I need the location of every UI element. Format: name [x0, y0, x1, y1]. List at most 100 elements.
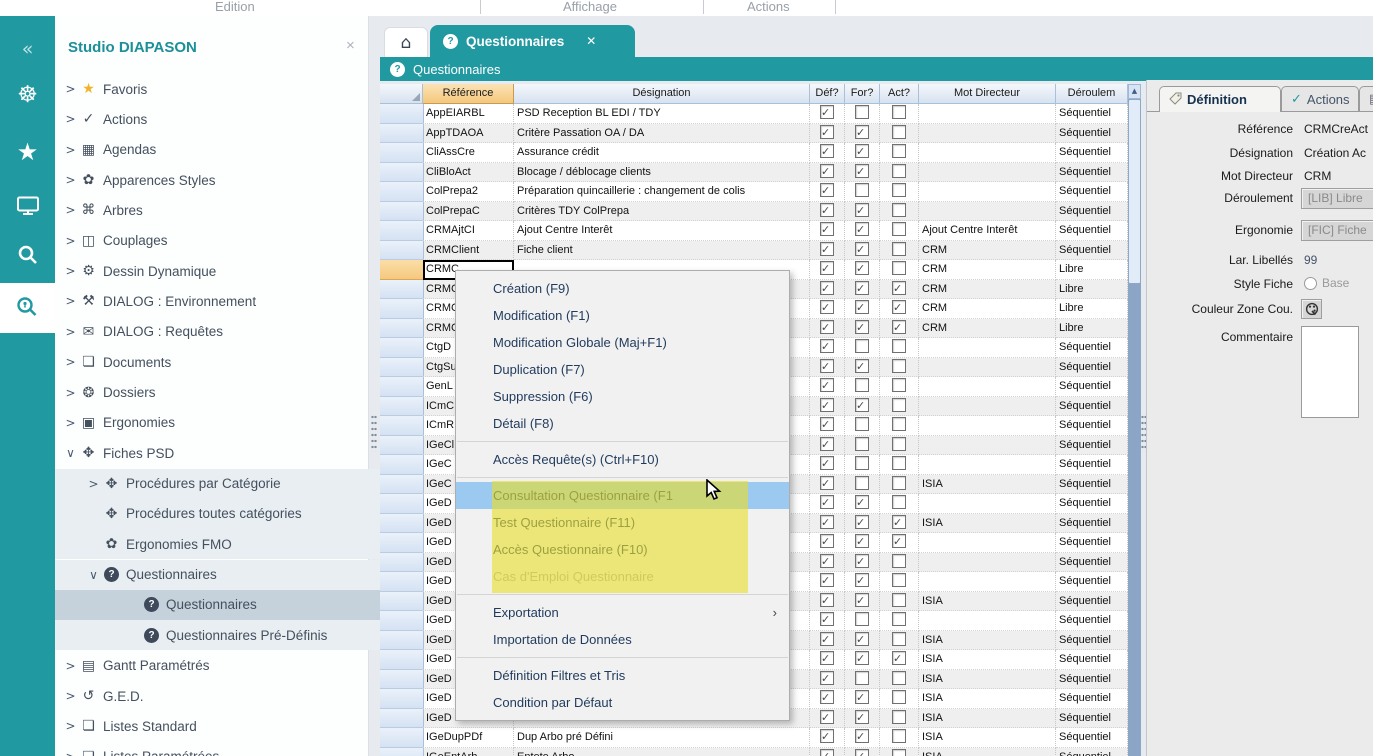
checkbox-unchecked[interactable] [855, 437, 869, 451]
cell-deroulement[interactable]: Séquentiel [1056, 221, 1128, 241]
chevron-right-icon[interactable]: > [63, 112, 78, 126]
cell-mot-directeur[interactable] [919, 163, 1056, 183]
checkbox-checked[interactable] [820, 437, 834, 451]
cell-mot-directeur[interactable] [919, 553, 1056, 573]
checkbox-checked[interactable] [820, 125, 834, 139]
checkbox-checked[interactable] [892, 320, 906, 334]
checkbox-checked[interactable] [855, 710, 869, 724]
sidebar-item-dialog-environnement[interactable]: >⚒DIALOG : Environnement [55, 286, 360, 316]
cell-designation[interactable]: Blocage / déblocage clients [514, 163, 810, 183]
cell-for[interactable] [845, 241, 880, 261]
table-row[interactable]: CRMAjtCIAjout Centre InterêtAjout Centre… [380, 221, 1128, 241]
checkbox-unchecked[interactable] [892, 749, 906, 756]
table-scrollbar[interactable]: ▲ [1128, 84, 1141, 756]
cell-mot-directeur[interactable]: ISIA [919, 689, 1056, 709]
column-header-deroulem[interactable]: Déroulem [1056, 84, 1128, 104]
row-selector-cell[interactable] [380, 182, 424, 202]
cell-mot-directeur[interactable]: ISIA [919, 670, 1056, 690]
checkbox-unchecked[interactable] [892, 612, 906, 626]
cell-act[interactable] [880, 358, 919, 378]
cell-deroulement[interactable]: Séquentiel [1056, 689, 1128, 709]
cell-deroulement[interactable]: Séquentiel [1056, 455, 1128, 475]
chevron-right-icon[interactable]: > [63, 143, 78, 157]
cell-act[interactable] [880, 650, 919, 670]
sidebar-item-procedures-toutes-categories[interactable]: ✥Procédures toutes catégories [55, 499, 383, 529]
sidebar-item-actions[interactable]: >✓Actions [55, 104, 360, 134]
menu-item-importation-de-donnees[interactable]: Importation de Données [456, 626, 789, 653]
cell-def[interactable] [810, 319, 845, 339]
row-selector-cell[interactable] [380, 124, 424, 144]
checkbox-checked[interactable] [892, 651, 906, 665]
cell-for[interactable] [845, 494, 880, 514]
row-selector-cell[interactable] [380, 143, 424, 163]
cell-mot-directeur[interactable]: ISIA [919, 514, 1056, 534]
menubar-item-affichage[interactable]: Affichage [563, 0, 617, 16]
menubar-item-actions[interactable]: Actions [747, 0, 790, 16]
chevron-right-icon[interactable]: > [63, 294, 78, 308]
sidebar-item-listes-parametrees[interactable]: >❏Listes Paramétrées [55, 742, 360, 756]
cell-def[interactable] [810, 377, 845, 397]
cell-for[interactable] [845, 416, 880, 436]
table-corner-cell[interactable] [380, 84, 423, 104]
cell-act[interactable] [880, 397, 919, 417]
cell-def[interactable] [810, 299, 845, 319]
cell-deroulement[interactable]: Séquentiel [1056, 514, 1128, 534]
sidebar-item-listes-standard[interactable]: >❏Listes Standard [55, 711, 360, 741]
cell-mot-directeur[interactable] [919, 397, 1056, 417]
row-selector-cell[interactable] [380, 299, 424, 319]
checkbox-checked[interactable] [820, 729, 834, 743]
cell-deroulement[interactable]: Libre [1056, 319, 1128, 339]
checkbox-checked[interactable] [855, 359, 869, 373]
cell-for[interactable] [845, 358, 880, 378]
sidebar-item-dialog-requetes[interactable]: >✉DIALOG : Requêtes [55, 317, 360, 347]
cell-def[interactable] [810, 202, 845, 222]
cell-reference[interactable]: AppEIARBL [423, 104, 514, 124]
sidebar-item-g-e-d[interactable]: >↺G.E.D. [55, 681, 360, 711]
checkbox-unchecked[interactable] [892, 690, 906, 704]
chevron-right-icon[interactable]: > [63, 719, 78, 733]
cell-for[interactable] [845, 650, 880, 670]
chevron-right-icon[interactable]: > [63, 264, 78, 278]
menu-item-consultation-questionnaire-f1[interactable]: Consultation Questionnaire (F1 [456, 482, 789, 509]
cell-mot-directeur[interactable]: ISIA [919, 650, 1056, 670]
checkbox-checked[interactable] [820, 164, 834, 178]
row-selector-cell[interactable] [380, 572, 424, 592]
checkbox-checked[interactable] [820, 651, 834, 665]
monitor-icon[interactable] [0, 196, 55, 220]
cell-act[interactable] [880, 748, 919, 756]
column-header-act[interactable]: Act? [880, 84, 919, 104]
checkbox-unchecked[interactable] [892, 378, 906, 392]
row-selector-cell[interactable] [380, 514, 424, 534]
cell-for[interactable] [845, 260, 880, 280]
cell-reference[interactable]: CRMAjtCI [423, 221, 514, 241]
checkbox-checked[interactable] [892, 281, 906, 295]
checkbox-checked[interactable] [820, 632, 834, 646]
sidebar-item-dossiers[interactable]: >❂Dossiers [55, 378, 360, 408]
checkbox-checked[interactable] [892, 300, 906, 314]
row-selector-cell[interactable] [380, 475, 424, 495]
cell-deroulement[interactable]: Séquentiel [1056, 202, 1128, 222]
cell-for[interactable] [845, 104, 880, 124]
cell-def[interactable] [810, 728, 845, 748]
row-selector-cell[interactable] [380, 241, 424, 261]
cell-designation[interactable]: Entete Arbo [514, 748, 810, 756]
cell-act[interactable] [880, 631, 919, 651]
cell-deroulement[interactable]: Séquentiel [1056, 358, 1128, 378]
checkbox-unchecked[interactable] [892, 593, 906, 607]
cell-reference[interactable]: CliBloAct [423, 163, 514, 183]
cell-act[interactable] [880, 553, 919, 573]
cell-deroulement[interactable]: Séquentiel [1056, 670, 1128, 690]
checkbox-checked[interactable] [855, 125, 869, 139]
cell-for[interactable] [845, 709, 880, 729]
cell-deroulement[interactable]: Séquentiel [1056, 124, 1128, 144]
radio-base[interactable]: Base [1304, 276, 1349, 290]
checkbox-checked[interactable] [855, 164, 869, 178]
cell-deroulement[interactable]: Séquentiel [1056, 631, 1128, 651]
sidebar-item-documents[interactable]: >❏Documents [55, 347, 360, 377]
row-selector-cell[interactable] [380, 728, 424, 748]
checkbox-checked[interactable] [820, 690, 834, 704]
checkbox-checked[interactable] [820, 749, 834, 756]
checkbox-unchecked[interactable] [892, 242, 906, 256]
cell-deroulement[interactable]: Séquentiel [1056, 182, 1128, 202]
table-row[interactable]: CRMClientFiche clientCRMSéquentiel [380, 241, 1128, 261]
